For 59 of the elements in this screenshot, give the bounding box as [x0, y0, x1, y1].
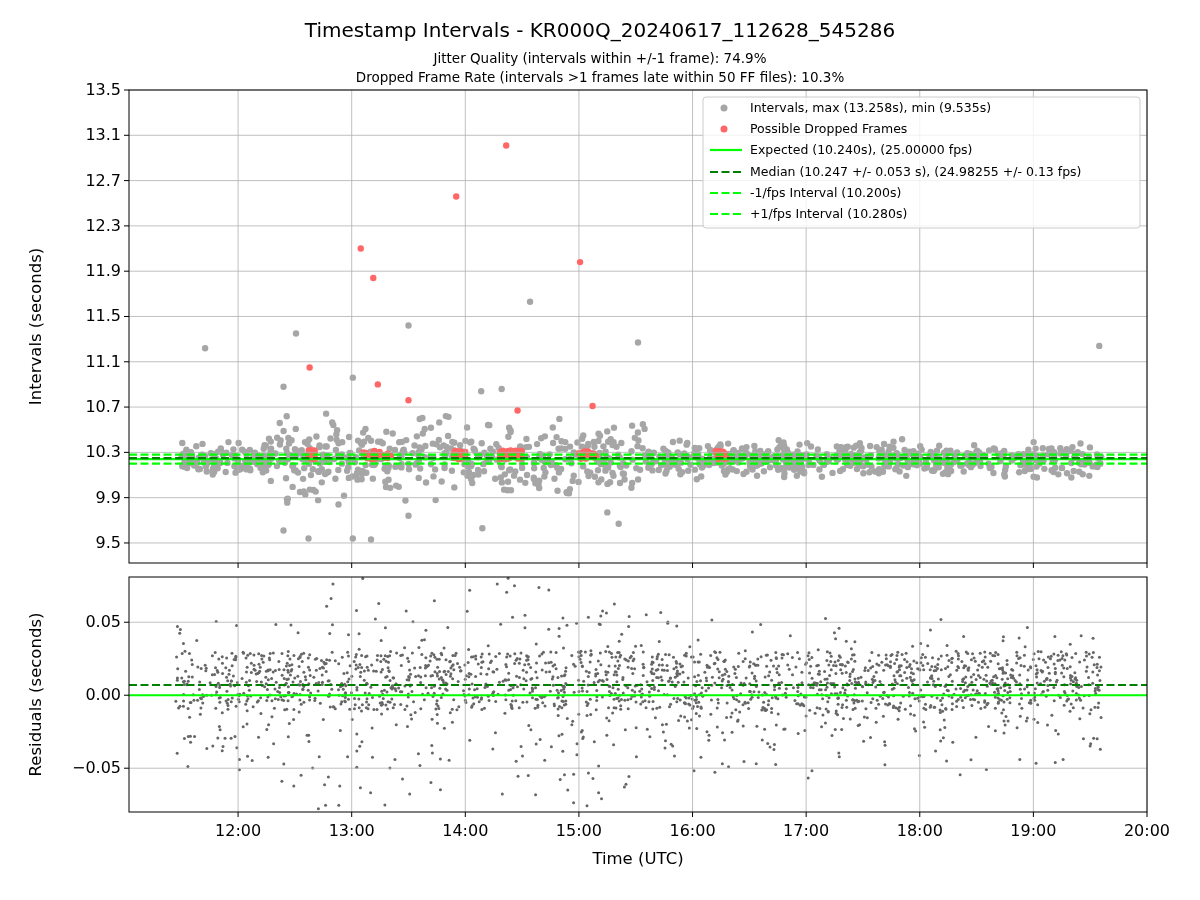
legend-label: Possible Dropped Frames	[750, 121, 908, 136]
legend-label: Expected (10.240s), (25.00000 fps)	[750, 142, 973, 157]
chart-title: Timestamp Intervals - KR000Q_20240617_112628_545286	[304, 18, 896, 42]
data-point	[1096, 342, 1103, 350]
data-point	[405, 322, 412, 329]
x-axis-label: Time (UTC)	[592, 849, 684, 868]
data-point	[374, 381, 381, 388]
data-point	[498, 385, 505, 393]
y-tick-label: 12.3	[85, 215, 121, 235]
data-point	[306, 364, 313, 371]
x-tick-label: 18:00	[896, 821, 943, 840]
y-tick-label: 0.05	[85, 612, 121, 632]
data-point	[370, 274, 377, 282]
data-point	[357, 245, 364, 252]
chart-subtitle: Dropped Frame Rate (intervals >1 frames late within 50 FF files): 10.3%	[355, 69, 845, 85]
y-tick-label: 13.5	[85, 80, 121, 99]
y-tick-label: 13.1	[85, 125, 121, 145]
data-point	[503, 142, 510, 149]
y-tick-label: 10.7	[85, 397, 121, 417]
legend-label: -1/fps Interval (10.200s)	[750, 185, 902, 200]
data-point	[453, 193, 460, 200]
data-point	[280, 383, 287, 390]
x-tick-label: 16:00	[669, 821, 716, 840]
x-tick-label: 14:00	[442, 821, 489, 840]
y-tick-label: 10.3	[85, 442, 121, 462]
data-point	[634, 339, 642, 346]
data-point	[292, 330, 300, 337]
data-point	[280, 527, 287, 534]
y-tick-label: 9.5	[95, 532, 121, 552]
y-tick-label: −0.05	[71, 758, 121, 778]
data-point	[405, 397, 412, 404]
data-point	[604, 509, 611, 516]
x-tick-label: 13:00	[328, 821, 375, 840]
data-point	[405, 512, 412, 519]
y-tick-label: 0.00	[85, 685, 121, 705]
data-point	[576, 258, 584, 266]
data-point	[514, 407, 521, 414]
x-tick-label: 15:00	[555, 821, 602, 840]
data-point	[526, 298, 534, 305]
data-point	[615, 520, 622, 527]
y-tick-label: 11.5	[85, 306, 121, 326]
data-point	[589, 402, 596, 410]
y-axis-label: Intervals (seconds)	[26, 247, 45, 406]
y-tick-label: 11.9	[85, 261, 121, 281]
data-point	[479, 525, 486, 532]
legend-label: +1/fps Interval (10.280s)	[750, 206, 908, 221]
chart-subtitle: Jitter Quality (intervals within +/-1 frame): 74.9%	[433, 50, 767, 66]
y-tick-label: 9.9	[95, 487, 121, 507]
x-tick-label: 19:00	[1010, 821, 1057, 840]
x-tick-label: 17:00	[783, 821, 830, 840]
x-tick-label: 12:00	[215, 821, 262, 840]
data-point	[201, 345, 209, 352]
y-tick-label: 12.7	[85, 170, 121, 190]
legend-label: Median (10.247 +/- 0.053 s), (24.98255 +/- 0.13 fps)	[750, 164, 1082, 179]
data-point	[478, 388, 485, 395]
x-tick-label: 20:00	[1123, 821, 1171, 840]
y-tick-label: 11.1	[85, 351, 121, 371]
y-axis-label: Residuals (seconds)	[26, 612, 45, 777]
legend-label: Intervals, max (13.258s), min (9.535s)	[750, 100, 992, 115]
